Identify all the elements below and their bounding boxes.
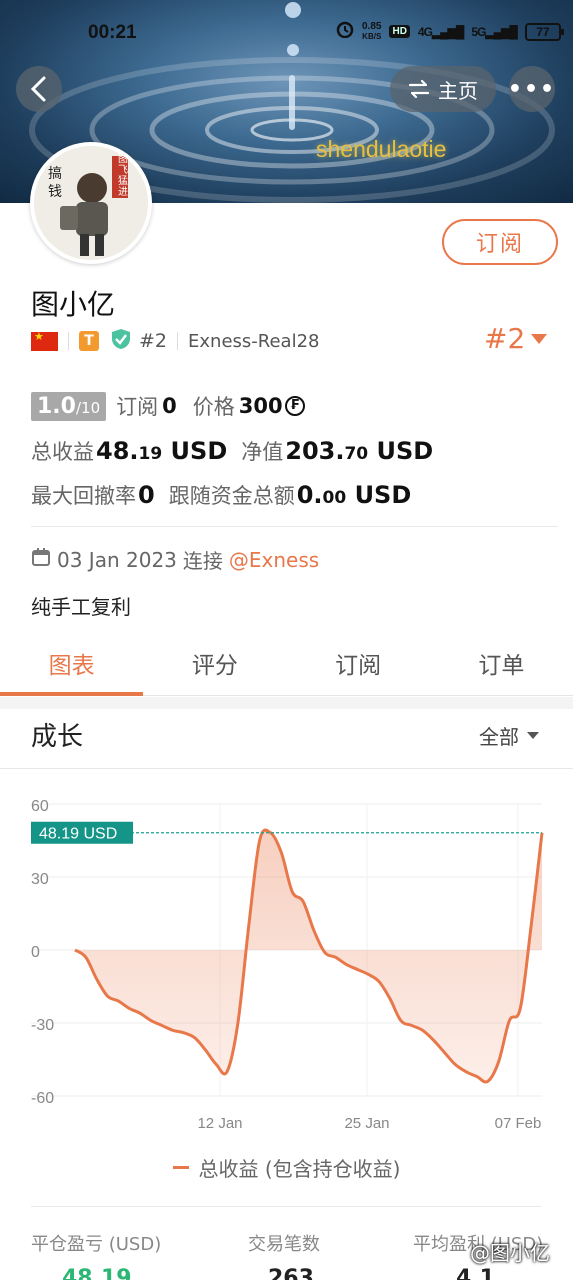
price-value: 300 [238,394,283,418]
verified-shield-icon [111,328,131,355]
home-label: 主页 [438,78,478,103]
tab-rating[interactable]: 评分 [143,640,286,695]
svg-text:钱: 钱 [48,184,62,200]
avatar-caption: 图飞猛进 [118,154,128,198]
tab-bar: 图表 评分 订阅 订单 [0,640,573,696]
growth-chart[interactable]: 60 30 0 -30 -60 48.19 USD 12 Jan 25 Jan 07 Feb [0,770,573,1190]
svg-text:搞: 搞 [48,166,62,182]
max-drawdown-value: 0 [138,481,155,509]
y-tick-label: 0 [31,944,40,961]
score-badge: 1.0/10 [31,391,107,421]
avatar[interactable]: 搞 钱 [30,142,152,264]
stats-row-score: 1.0/10 订阅 0 价格 300 ₣ [31,391,305,421]
rank-big-label: #2 [484,322,526,355]
rank-small: #2 [139,330,168,352]
divider [0,768,573,769]
current-value-label: 48.19 USD [39,826,117,843]
status-bar: 00:21 0.85 KB/S HD 4G▂▄▆█ 5G▂▄▆█ 77 [0,0,573,64]
section-gap [0,697,573,709]
broker-link[interactable]: @Exness [229,548,319,572]
trader-name: 图小亿 [31,288,116,321]
equity-value: 203.70 USD [285,437,434,465]
swap-icon [408,79,430,99]
stats-row-drawdown: 最大回撤率 0 跟随资金总额 0.00 USD [31,480,411,510]
more-button[interactable]: ••• [507,66,557,112]
trade-count-label: 交易笔数 [248,1234,320,1255]
closed-pnl-label: 平仓盈亏 (USD) [31,1234,162,1255]
max-drawdown-label: 最大回撤率 [31,484,136,508]
signal-icon-2: 5G▂▄▆█ [471,24,517,39]
connection-date: 03 Jan 2023 [57,547,177,572]
alarm-icon [336,20,354,43]
tag-divider [68,332,69,350]
total-profit-value: 48.19 USD [96,437,228,465]
stats-row-profit: 总收益 48.19 USD 净值 203.70 USD [31,436,433,466]
home-button[interactable]: 主页 [390,66,496,112]
y-tick-label: 30 [31,871,49,888]
price-label: 价格 [192,395,235,419]
subscribe-button[interactable]: 订阅 [442,219,558,265]
status-icons: 0.85 KB/S HD 4G▂▄▆█ 5G▂▄▆█ 77 [336,20,564,43]
trader-bio: 纯手工复利 [31,595,131,619]
tab-subscribe[interactable]: 订阅 [287,640,430,695]
chart-legend: 总收益 (包含持仓收益) [0,1153,573,1182]
total-profit-label: 总收益 [31,440,94,464]
back-button[interactable] [16,66,62,112]
series-area [75,830,542,1082]
divider [31,526,558,527]
y-tick-label: -60 [31,1090,54,1107]
trader-tags: T #2 Exness-Real28 [31,328,319,354]
more-icon: ••• [507,76,557,102]
connection-info: 03 Jan 2023 连接 @Exness [31,545,319,574]
avatar-image: 搞 钱 [34,146,148,260]
growth-chart-svg: 60 30 0 -30 -60 48.19 USD 12 Jan 25 Jan 07 Feb [31,798,544,1132]
subscriptions-value: 0 [162,394,177,418]
x-tick-label: 12 Jan [197,1115,242,1132]
caret-down-icon [531,333,548,344]
chevron-left-icon [30,76,46,102]
caret-down-icon [527,732,539,739]
battery-icon: 77 [524,22,564,41]
legend-label: 总收益 (包含持仓收益) [198,1157,401,1181]
calendar-icon [31,547,51,572]
x-tick-label: 07 Feb [495,1115,542,1132]
equity-label: 净值 [241,440,284,464]
follow-funds-label: 跟随资金总额 [168,484,295,508]
x-tick-label: 25 Jan [344,1115,389,1132]
t-badge-icon: T [79,331,99,351]
hd-icon: HD [389,25,410,38]
broker-account: Exness-Real28 [188,330,320,352]
status-time: 00:21 [88,22,137,43]
subscriptions-label: 订阅 [116,395,159,419]
network-speed: 0.85 KB/S [362,20,382,41]
trade-count-value: 263 [268,1266,314,1280]
follow-funds-value: 0.00 USD [296,481,412,509]
china-flag-icon [31,330,58,351]
legend-swatch [172,1166,189,1169]
tab-chart[interactable]: 图表 [0,640,144,696]
signal-icon-1: 4G▂▄▆█ [417,24,464,39]
closed-pnl-value: 48.19 [62,1266,132,1280]
rank-dropdown[interactable]: #2 [484,322,548,355]
growth-filter-label: 全部 [479,725,519,749]
divider [31,1206,541,1207]
connection-label: 连接 [182,549,223,573]
banner-watermark: shendulaotie [316,136,447,162]
coin-icon: ₣ [284,396,305,416]
bottom-watermark: @图小亿 [470,1241,550,1265]
y-tick-label: -30 [31,1017,54,1034]
avg-profit-value: 4.1 [456,1266,495,1280]
growth-title: 成长 [31,722,84,752]
growth-filter-dropdown[interactable]: 全部 [479,721,539,750]
tab-orders[interactable]: 订单 [430,640,573,695]
y-tick-label: 60 [31,798,49,815]
tag-divider [177,332,179,350]
